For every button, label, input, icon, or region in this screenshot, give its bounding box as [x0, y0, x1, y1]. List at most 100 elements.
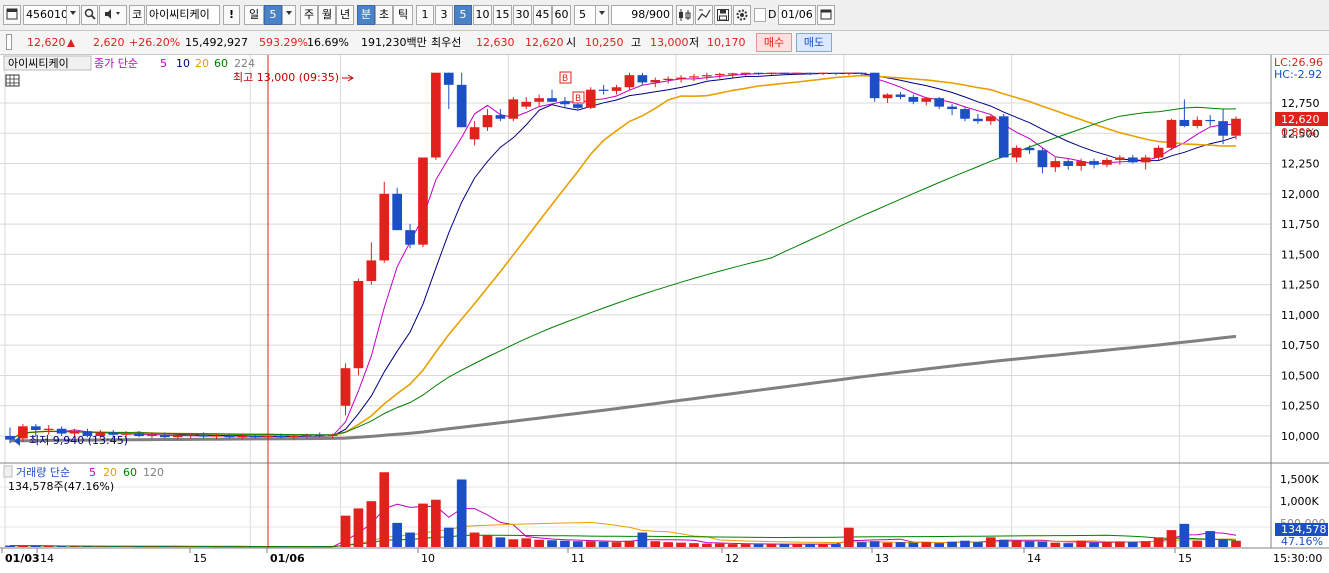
ma-legend-224: 224: [234, 57, 255, 70]
quote-scroll-handle[interactable]: [6, 34, 12, 50]
period-month-button[interactable]: 월: [318, 5, 336, 25]
candle-body: [276, 436, 286, 438]
volume-bar: [598, 541, 609, 547]
high-annotation: 최고 13,000 (09:35): [233, 71, 339, 84]
calendar-icon[interactable]: [817, 5, 835, 25]
candle-body: [353, 281, 364, 369]
price-y-label: 12,250: [1281, 158, 1320, 171]
candle-body: [534, 98, 544, 102]
alert-button[interactable]: !: [223, 5, 240, 25]
open-label: 시: [566, 36, 577, 49]
interval-3-button[interactable]: 3: [435, 5, 453, 25]
volume-bar: [947, 541, 957, 547]
period-minute-button[interactable]: 분: [357, 5, 375, 25]
volume-bar: [753, 544, 764, 547]
volume-bar: [727, 544, 738, 547]
candle-body: [753, 72, 764, 74]
quote-bar: 12,620 2,620 +26.20% 15,492,927 593.29% …: [0, 31, 1329, 55]
price-y-label: 12,750: [1281, 97, 1320, 110]
volume-bar: [482, 534, 493, 547]
candle-body: [392, 193, 402, 231]
candle-body: [5, 436, 15, 440]
period-tick-button[interactable]: 틱: [393, 5, 413, 25]
chart-canvas[interactable]: 아이씨티케이 종가 단순 5 10 20 60 224 LC:26.96 HC:…: [0, 55, 1329, 573]
price-y-label: 12,000: [1281, 188, 1320, 201]
vol-ma-legend-120: 120: [143, 466, 164, 479]
ma-legend-20: 20: [195, 57, 209, 70]
low-annotation: 최저 9,940 (13:45): [29, 434, 128, 447]
x-axis-label: 14: [40, 552, 54, 565]
period-num-button[interactable]: 5: [264, 5, 282, 25]
volume-bar: [624, 540, 635, 547]
date-input[interactable]: 01/06: [778, 5, 816, 25]
volume-bar: [405, 532, 415, 547]
volume-bar: [431, 499, 441, 547]
price-y-label: 11,750: [1281, 218, 1320, 231]
interval-60-button[interactable]: 60: [552, 5, 571, 25]
interval-5-button[interactable]: 5: [454, 5, 472, 25]
count-field[interactable]: 98/900: [611, 5, 673, 25]
candle-body: [1037, 150, 1048, 168]
price-change-pct: +26.20%: [129, 36, 181, 49]
speaker-icon[interactable]: [99, 5, 127, 25]
stock-name-field[interactable]: 아이씨티케이: [146, 5, 220, 25]
period-dropdown-icon[interactable]: [282, 5, 296, 25]
interval-dropdown-icon[interactable]: [595, 5, 609, 25]
period-day-button[interactable]: 일: [244, 5, 264, 25]
volume-bar: [572, 541, 583, 547]
volume-bar: [379, 472, 390, 547]
search-icon[interactable]: [81, 5, 98, 25]
candle-body: [1140, 157, 1151, 163]
price-y-label: 10,000: [1281, 430, 1320, 443]
volume-bar: [1115, 541, 1125, 547]
stock-code-input[interactable]: 456010: [23, 5, 67, 25]
interval-10-button[interactable]: 10: [473, 5, 492, 25]
count-total: /900: [645, 8, 670, 21]
candle-body: [134, 433, 144, 436]
window-icon[interactable]: [3, 5, 21, 25]
volume-bar: [766, 544, 777, 547]
candle-body: [147, 434, 157, 436]
settings-gear-icon[interactable]: [733, 5, 751, 25]
volume-bar: [1076, 540, 1086, 547]
ma-legend-60: 60: [214, 57, 228, 70]
volume-bar: [495, 537, 506, 547]
market-prefix[interactable]: 코: [129, 5, 145, 25]
d-checkbox[interactable]: [754, 8, 766, 22]
vol-ma-legend-5: 5: [89, 466, 96, 479]
interval-30-button[interactable]: 30: [513, 5, 532, 25]
current-price: 12,620: [27, 36, 66, 49]
volume-bar: [1127, 542, 1138, 547]
period-week-button[interactable]: 주: [300, 5, 318, 25]
volume-bar: [779, 544, 790, 547]
candle-type-icon[interactable]: [676, 5, 694, 25]
volume-bar: [43, 546, 54, 547]
candle-body: [366, 260, 377, 282]
code-dropdown-icon[interactable]: [66, 5, 80, 25]
trend-tool-icon[interactable]: [695, 5, 713, 25]
interval-select[interactable]: 5: [574, 5, 596, 25]
interval-45-button[interactable]: 45: [533, 5, 552, 25]
candle-body: [224, 435, 235, 438]
period-second-button[interactable]: 초: [375, 5, 393, 25]
save-icon[interactable]: [714, 5, 732, 25]
toolbar: 456010 코 아이씨티케이 ! 일 5 주 월 년 분 초 틱 1 3 5 …: [0, 0, 1329, 31]
price-y-label: 10,250: [1281, 400, 1320, 413]
volume-bar: [650, 541, 661, 547]
volume-bar: [985, 537, 996, 547]
volume-bar: [998, 539, 1009, 547]
volume-bar: [1218, 539, 1228, 547]
interval-1-button[interactable]: 1: [416, 5, 434, 25]
volume-bar: [714, 543, 725, 547]
volume-bar: [547, 540, 557, 547]
open-price: 10,250: [585, 36, 624, 49]
sell-button[interactable]: 매도: [796, 33, 832, 52]
volume-bar: [1024, 541, 1035, 547]
current-volume-pct-text: 47.16%: [1281, 535, 1323, 548]
period-year-button[interactable]: 년: [336, 5, 354, 25]
time-label: 15:30:00: [1273, 552, 1322, 565]
interval-15-button[interactable]: 15: [493, 5, 512, 25]
volume-bar: [456, 479, 467, 547]
buy-button[interactable]: 매수: [756, 33, 792, 52]
candle-body: [676, 77, 686, 79]
